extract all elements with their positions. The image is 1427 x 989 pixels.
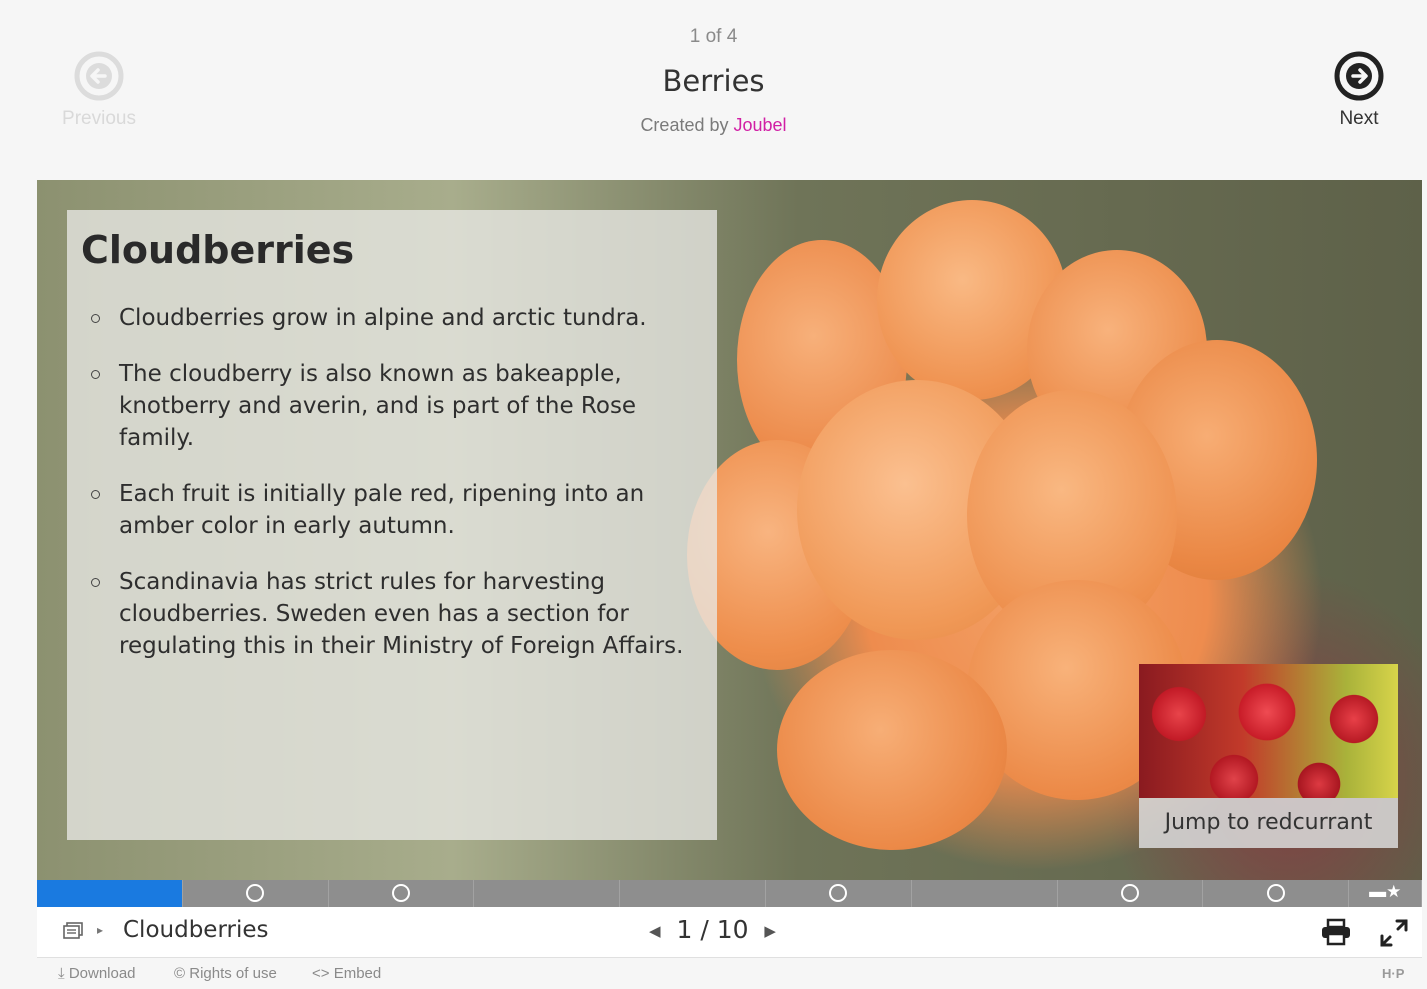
next-slide-arrow-icon[interactable]: ▶ bbox=[764, 922, 776, 940]
text-panel: Cloudberries Cloudberries grow in alpine… bbox=[67, 210, 717, 840]
task-indicator-icon bbox=[391, 884, 410, 902]
progress-segment[interactable] bbox=[37, 880, 183, 907]
page-separator: / bbox=[700, 915, 709, 944]
circle-bullet-icon bbox=[91, 490, 100, 499]
footer-bar: ▸ Cloudberries ◀ 1 / 10 ▶ bbox=[37, 907, 1422, 958]
current-slide-title: Cloudberries bbox=[123, 917, 269, 943]
download-icon: ⤓ bbox=[58, 965, 65, 982]
header: 1 of 4 Berries Created by Joubel Previou… bbox=[0, 0, 1427, 176]
progress-segment[interactable] bbox=[912, 880, 1058, 907]
progress-segment[interactable] bbox=[620, 880, 766, 907]
page-title: Berries bbox=[662, 64, 765, 98]
summary-star-icon: ▬★ bbox=[1369, 882, 1402, 901]
slides-menu-icon[interactable] bbox=[63, 922, 83, 940]
next-label: Next bbox=[1339, 108, 1379, 129]
print-icon[interactable] bbox=[1320, 918, 1352, 946]
created-by-label: Created by bbox=[640, 115, 729, 135]
arrow-left-circle-icon bbox=[74, 51, 124, 101]
bottom-action-bar: ⤓ Download © Rights of use <> Embed H·P bbox=[0, 958, 1427, 989]
byline: Created by Joubel bbox=[0, 115, 1427, 136]
h5p-logo: H·P bbox=[1382, 966, 1405, 981]
next-button[interactable]: Next bbox=[1304, 50, 1414, 130]
page-total: 10 bbox=[716, 915, 749, 944]
circle-bullet-icon bbox=[91, 314, 100, 323]
progress-segment[interactable] bbox=[329, 880, 475, 907]
rights-of-use-link[interactable]: © Rights of use bbox=[174, 965, 277, 982]
page-navigation: ◀ 1 / 10 ▶ bbox=[649, 915, 776, 944]
progress-segment[interactable] bbox=[183, 880, 329, 907]
page-current: 1 bbox=[676, 915, 693, 944]
task-indicator-icon bbox=[1266, 884, 1285, 902]
jump-label: Jump to redcurrant bbox=[1139, 798, 1398, 848]
arrow-right-circle-icon bbox=[1334, 51, 1384, 101]
copyright-icon: © bbox=[174, 965, 186, 982]
previous-button[interactable]: Previous bbox=[44, 50, 154, 130]
slide-counter: 1 of 4 bbox=[689, 26, 738, 47]
task-indicator-icon bbox=[246, 884, 265, 902]
bullet-list: Cloudberries grow in alpine and arctic t… bbox=[81, 302, 703, 662]
code-icon: <> bbox=[312, 965, 330, 982]
jump-to-redcurrant-button[interactable]: Jump to redcurrant bbox=[1139, 664, 1398, 848]
fullscreen-icon[interactable] bbox=[1379, 918, 1409, 948]
progress-segment[interactable] bbox=[766, 880, 912, 907]
list-item: Each fruit is initially pale red, ripeni… bbox=[81, 478, 703, 542]
slide-heading: Cloudberries bbox=[81, 228, 355, 272]
progress-segment[interactable] bbox=[1203, 880, 1350, 907]
progress-bar[interactable]: ▬★ bbox=[37, 880, 1422, 907]
download-link[interactable]: ⤓ Download bbox=[58, 965, 136, 982]
prev-slide-arrow-icon[interactable]: ◀ bbox=[649, 922, 661, 940]
progress-segment[interactable] bbox=[474, 880, 621, 907]
circle-bullet-icon bbox=[91, 578, 100, 587]
circle-bullet-icon bbox=[91, 370, 100, 379]
previous-label: Previous bbox=[62, 108, 136, 129]
progress-segment[interactable] bbox=[1058, 880, 1204, 907]
list-item: Cloudberries grow in alpine and arctic t… bbox=[81, 302, 703, 334]
slide-canvas: Cloudberries Cloudberries grow in alpine… bbox=[37, 180, 1422, 880]
author-link[interactable]: Joubel bbox=[734, 115, 787, 135]
caret-right-icon: ▸ bbox=[97, 923, 104, 937]
list-item: Scandinavia has strict rules for harvest… bbox=[81, 566, 703, 662]
progress-segment[interactable]: ▬★ bbox=[1349, 880, 1422, 907]
list-item: The cloudberry is also known as bakeappl… bbox=[81, 358, 703, 454]
redcurrant-thumbnail bbox=[1139, 664, 1398, 798]
task-indicator-icon bbox=[829, 884, 848, 902]
embed-link[interactable]: <> Embed bbox=[312, 965, 381, 982]
task-indicator-icon bbox=[1120, 884, 1139, 902]
